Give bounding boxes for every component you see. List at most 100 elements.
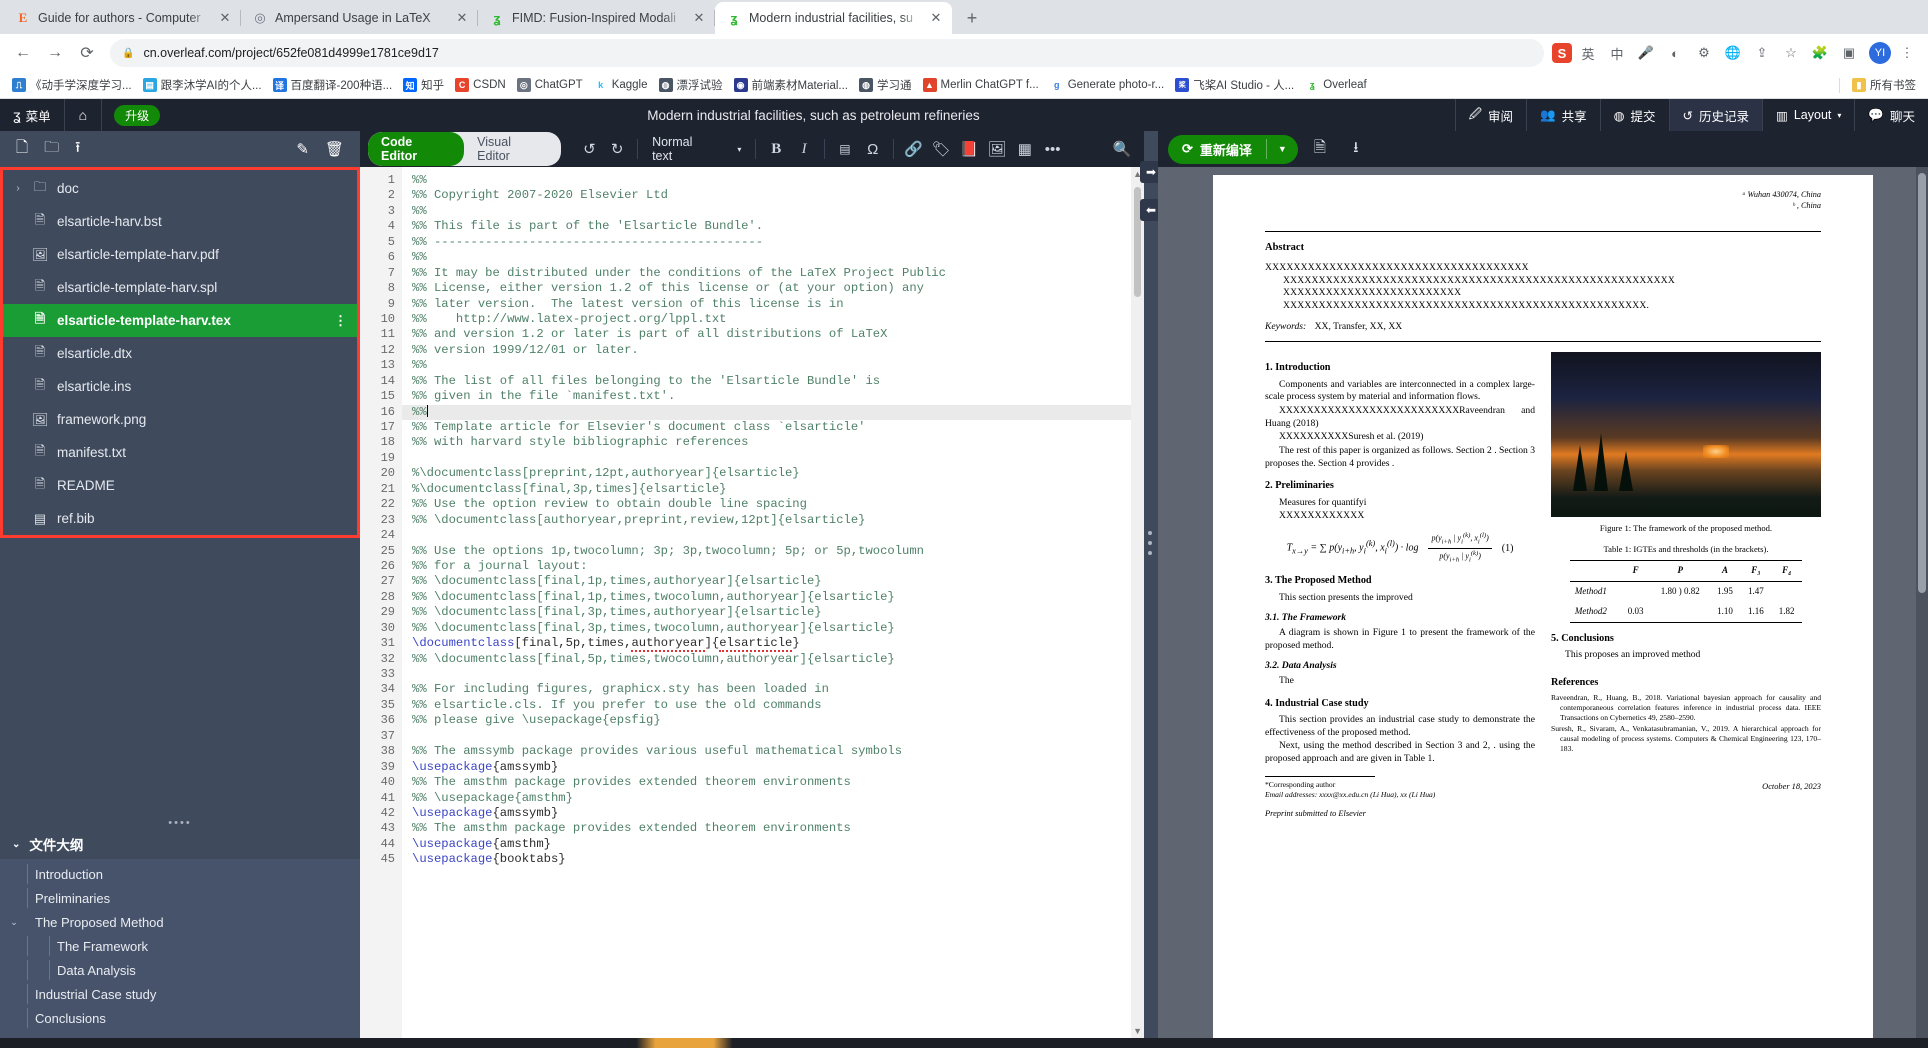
list-icon[interactable]: ▤: [831, 136, 859, 162]
window-icon[interactable]: ▣: [1836, 40, 1862, 66]
bookmark-item[interactable]: 知知乎: [398, 74, 449, 96]
share-icon[interactable]: ⇪: [1749, 40, 1775, 66]
delete-trash-icon[interactable]: 🗑: [325, 140, 344, 158]
recompile-main[interactable]: ⟳ 重新编译: [1168, 135, 1266, 164]
file-tree-item[interactable]: 🗎 elsarticle.dtx: [3, 337, 357, 370]
bookmark-item[interactable]: ◉ 前端素材Material...: [729, 74, 854, 96]
file-menu-icon[interactable]: ⋮: [334, 313, 347, 329]
extensions-icon[interactable]: 🧩: [1807, 40, 1833, 66]
code-line[interactable]: [412, 729, 1144, 744]
tab-close-icon[interactable]: ✕: [454, 10, 470, 26]
tag-icon[interactable]: 🏷: [927, 136, 955, 162]
code-line[interactable]: %% Use the options 1p,twocolumn; 3p; 3p,…: [412, 544, 1144, 559]
file-tree-item-folder-doc[interactable]: › 🗀 doc: [3, 172, 357, 205]
code-line[interactable]: %% The amsthm package provides extended …: [412, 821, 1144, 836]
code-line[interactable]: %%: [412, 250, 1144, 265]
recompile-button[interactable]: ⟳ 重新编译 ▼: [1168, 134, 1298, 164]
browser-menu-icon[interactable]: ⋮: [1894, 40, 1920, 66]
code-line[interactable]: %% with harvard style bibliographic refe…: [412, 435, 1144, 450]
code-area[interactable]: 1 2 3 4 5 6 7 8 9 10 11 12 13 14 15 16 17 18 19 20 21 22 23 24 2…: [360, 167, 1144, 1038]
code-line[interactable]: %%: [412, 358, 1144, 373]
code-line[interactable]: %% License, either version 1.2 of this l…: [412, 281, 1144, 296]
code-line[interactable]: %% The amsthm package provides extended …: [412, 775, 1144, 790]
bookmark-item[interactable]: ◍ 学习通: [854, 74, 917, 96]
bookmark-item[interactable]: 桨飞桨AI Studio - 人...: [1170, 74, 1299, 96]
microphone-icon[interactable]: 🎤: [1633, 40, 1659, 66]
code-line[interactable]: %\documentclass[preprint,12pt,authoryear…: [412, 466, 1144, 481]
pdf-scroll-thumb[interactable]: [1918, 173, 1926, 593]
bookmark-item[interactable]: ▤ 跟李沐学AI的个人...: [138, 74, 267, 96]
ime-chinese-icon[interactable]: 中: [1604, 40, 1630, 66]
upload-icon[interactable]: ⭱: [75, 137, 80, 162]
tab-close-icon[interactable]: ✕: [217, 10, 233, 26]
browser-tab-4-active[interactable]: ʓ Modern industrial facilities, su ✕: [715, 2, 952, 34]
code-line[interactable]: %% Copyright 2007-2020 Elsevier Ltd: [412, 188, 1144, 203]
search-icon[interactable]: 🔍: [1108, 136, 1136, 162]
layout-button[interactable]: ▥ Layout ▾: [1762, 99, 1854, 131]
tab-close-icon[interactable]: ✕: [928, 10, 944, 26]
scroll-down-icon[interactable]: ▼: [1133, 1026, 1142, 1036]
code-line[interactable]: %% \documentclass[final,1p,times,twocolu…: [412, 590, 1144, 605]
image-icon[interactable]: 🖼: [983, 136, 1011, 162]
upgrade-button[interactable]: 升级: [114, 104, 161, 126]
file-tree-item[interactable]: 🗎 manifest.txt: [3, 436, 357, 469]
code-line[interactable]: \usepackage{amsthm}: [412, 837, 1144, 852]
code-line[interactable]: %% please give \usepackage{epsfig}: [412, 713, 1144, 728]
code-line[interactable]: %% For including figures, graphicx.sty h…: [412, 682, 1144, 697]
address-bar[interactable]: 🔒 cn.overleaf.com/project/652fe081d4999e…: [110, 39, 1544, 67]
link-icon[interactable]: 🔗: [900, 136, 928, 162]
file-tree-item[interactable]: 🗎 elsarticle-harv.bst: [3, 205, 357, 238]
code-line[interactable]: %% \documentclass[authoryear,preprint,re…: [412, 513, 1144, 528]
chat-button[interactable]: 💬 聊天: [1854, 99, 1928, 131]
sogou-icon[interactable]: S: [1552, 43, 1572, 63]
code-line[interactable]: %% for a journal layout:: [412, 559, 1144, 574]
recompile-dropdown-icon[interactable]: ▼: [1265, 139, 1298, 159]
bookmark-item[interactable]: ⎍ 《动手学深度学习...: [7, 74, 137, 96]
file-tree-item-selected[interactable]: 🗎 elsarticle-template-harv.tex ⋮: [3, 304, 357, 337]
italic-icon[interactable]: I: [790, 136, 818, 162]
new-folder-icon[interactable]: 🗀: [44, 137, 59, 162]
code-line[interactable]: %% given in the file `manifest.txt'.: [412, 389, 1144, 404]
outline-item-conclusions[interactable]: Conclusions: [0, 1006, 360, 1030]
code-line[interactable]: %% \documentclass[final,1p,times,authory…: [412, 574, 1144, 589]
pdf-scrollbar[interactable]: [1916, 167, 1928, 1038]
bookmark-item[interactable]: 译百度翻译-200种语...: [268, 74, 398, 96]
tab-visual-editor[interactable]: Visual Editor: [464, 132, 561, 166]
code-line[interactable]: %% -------------------------------------…: [412, 235, 1144, 250]
file-tree-item[interactable]: 🗎 elsarticle.ins: [3, 370, 357, 403]
code-line[interactable]: %% Template article for Elsevier's docum…: [412, 420, 1144, 435]
code-line[interactable]: %% \documentclass[final,5p,times,twocolu…: [412, 652, 1144, 667]
profile-avatar[interactable]: YI: [1869, 42, 1891, 64]
file-tree-item[interactable]: ▤ ref.bib: [3, 502, 357, 535]
chevron-down-icon[interactable]: ⌄: [8, 917, 20, 928]
code-line[interactable]: %% The list of all files belonging to th…: [412, 374, 1144, 389]
reload-icon[interactable]: ⟳: [72, 38, 102, 68]
editor-scrollbar[interactable]: ▲ ▼: [1131, 167, 1144, 1038]
bookmark-star-icon[interactable]: ☆: [1778, 40, 1804, 66]
code-line[interactable]: %% and version 1.2 or later is part of a…: [412, 327, 1144, 342]
outline-item-preliminaries[interactable]: Preliminaries: [0, 886, 360, 910]
bookmark-item[interactable]: g Generate photo-r...: [1045, 75, 1170, 95]
code-line[interactable]: %% version 1999/12/01 or later.: [412, 343, 1144, 358]
pane-divider[interactable]: ➡ ⬅: [1140, 131, 1162, 1038]
pdf-scroll-area[interactable]: ᵃ Wuhan 430074, China ᵇ , China Abstract…: [1158, 167, 1928, 1038]
bookmark-item[interactable]: ▲ Merlin ChatGPT f...: [918, 75, 1044, 95]
outline-item-the-framework[interactable]: The Framework: [0, 934, 360, 958]
code-line[interactable]: \usepackage{amssymb}: [412, 760, 1144, 775]
gear-icon[interactable]: ⚙: [1691, 40, 1717, 66]
code-line[interactable]: %% later version. The latest version of …: [412, 297, 1144, 312]
browser-tab-2[interactable]: ◎ Ampersand Usage in LaTeX ✕: [241, 2, 478, 34]
code-content[interactable]: %%%% Copyright 2007-2020 Elsevier Ltd%%%…: [402, 167, 1144, 1038]
redo-icon[interactable]: ↻: [603, 136, 631, 162]
ime-language-icon[interactable]: 英: [1575, 40, 1601, 66]
browser-tab-3[interactable]: ʓ FIMD: Fusion-Inspired Modali ✕: [478, 2, 715, 34]
file-tree-item[interactable]: 🗎 README: [3, 469, 357, 502]
bookmark-item[interactable]: k Kaggle: [589, 75, 653, 95]
code-line[interactable]: \documentclass[final,5p,times,authoryear…: [412, 636, 1144, 653]
outline-item-data-analysis[interactable]: Data Analysis: [0, 958, 360, 982]
code-line[interactable]: [412, 451, 1144, 466]
submit-button[interactable]: ◍ 提交: [1599, 99, 1669, 131]
new-file-icon[interactable]: 🗋: [16, 137, 28, 162]
code-line[interactable]: %%: [412, 204, 1144, 219]
code-line[interactable]: %% The amssymb package provides various …: [412, 744, 1144, 759]
